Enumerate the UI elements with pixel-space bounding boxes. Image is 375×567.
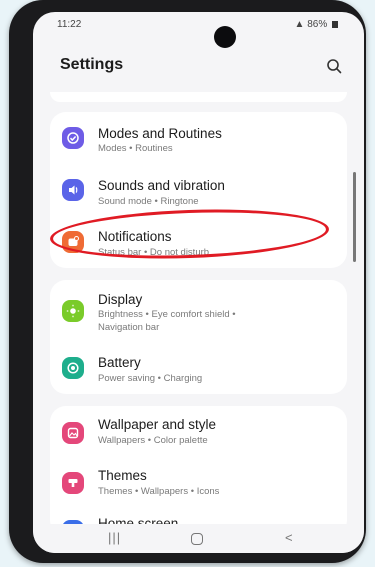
item-subtitle: Wallpapers • Color palette	[98, 435, 208, 446]
previous-card-bottom	[50, 92, 347, 102]
item-subtitle: Brightness • Eye comfort shield •	[98, 309, 236, 320]
list-item-notifications[interactable]: Notifications Status bar • Do not distur…	[50, 214, 347, 266]
themes-icon	[62, 472, 84, 494]
item-label: Wallpaper and style	[98, 417, 217, 432]
status-icons: ▲ 86%	[295, 19, 338, 30]
camera-cutout	[214, 26, 236, 48]
settings-group-3: Wallpaper and style Wallpapers • Color p…	[50, 406, 347, 542]
battery-percent: 86%	[307, 19, 328, 30]
item-label: Themes	[98, 468, 147, 483]
battery-status-icon	[332, 21, 338, 28]
back-icon[interactable]: <	[285, 530, 293, 545]
list-item-battery[interactable]: Battery Power saving • Charging	[50, 342, 347, 394]
notification-icon	[62, 231, 84, 253]
settings-group-1: Modes and Routines Modes • Routines Soun…	[50, 112, 347, 268]
item-label: Notifications	[98, 229, 172, 244]
status-bar: 11:22 ▲ 86%	[33, 12, 364, 38]
item-subtitle: Sound mode • Ringtone	[98, 196, 199, 207]
check-circle-icon	[62, 127, 84, 149]
settings-group-2: Display Brightness • Eye comfort shield …	[50, 280, 347, 394]
search-icon[interactable]	[326, 58, 342, 74]
recents-icon[interactable]: |||	[108, 530, 121, 545]
list-item-display[interactable]: Display Brightness • Eye comfort shield …	[50, 280, 347, 342]
item-subtitle: Modes • Routines	[98, 143, 173, 154]
item-label: Sounds and vibration	[98, 178, 225, 193]
list-item-themes[interactable]: Themes Themes • Wallpapers • Icons	[50, 456, 347, 506]
screen: 11:22 ▲ 86% Settings Modes and Routines	[33, 12, 364, 553]
item-subtitle: Themes • Wallpapers • Icons	[98, 486, 220, 497]
battery-icon	[62, 357, 84, 379]
item-subtitle: Power saving • Charging	[98, 373, 203, 384]
scrollbar[interactable]	[353, 172, 356, 262]
signal-icon: ▲	[294, 19, 305, 30]
item-label: Modes and Routines	[98, 126, 222, 141]
item-subtitle-line-2: Navigation bar	[98, 322, 160, 333]
status-time: 11:22	[57, 19, 82, 30]
page-title: Settings	[60, 56, 124, 73]
list-item-wallpaper-and-style[interactable]: Wallpaper and style Wallpapers • Color p…	[50, 406, 347, 456]
list-item-modes-and-routines[interactable]: Modes and Routines Modes • Routines	[50, 112, 347, 162]
item-label: Battery	[98, 355, 141, 370]
speaker-icon	[62, 179, 84, 201]
navigation-bar: ||| <	[33, 524, 364, 553]
header: Settings	[33, 46, 364, 86]
image-icon	[62, 422, 84, 444]
item-label: Display	[98, 292, 143, 307]
sun-icon	[62, 300, 84, 322]
home-button-icon[interactable]	[191, 533, 203, 545]
phone-frame: 11:22 ▲ 86% Settings Modes and Routines	[9, 0, 366, 563]
list-item-sounds-and-vibration[interactable]: Sounds and vibration Sound mode • Ringto…	[50, 162, 347, 212]
item-subtitle: Status bar • Do not disturb	[98, 247, 210, 258]
